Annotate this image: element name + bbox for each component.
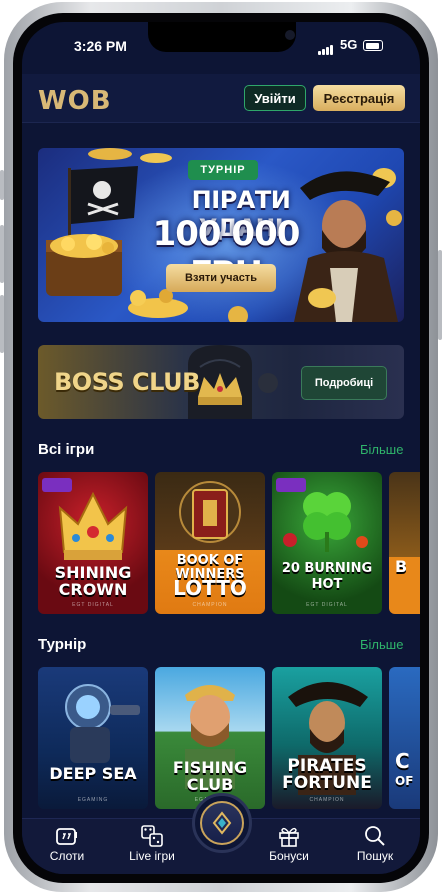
nav-label: Пошук (356, 849, 394, 863)
game-name-line1: C (395, 749, 410, 773)
login-button[interactable]: Увійти (244, 85, 306, 111)
boss-club-title: BOSS CLUB (54, 368, 200, 396)
nav-slots[interactable]: Слоти (32, 825, 102, 863)
power-button (438, 250, 442, 340)
game-provider: CHAMPION (309, 797, 345, 803)
mute-switch (0, 170, 4, 200)
tournament-more-link[interactable]: Більше (360, 637, 403, 652)
nav-live-games[interactable]: Live ігри (117, 825, 187, 863)
nav-label: Live ігри (129, 849, 175, 863)
slots-icon (32, 825, 102, 847)
signal-icon (318, 39, 334, 55)
nav-search[interactable]: Пошук (340, 825, 410, 863)
game-name-line1: FISHING (172, 758, 248, 777)
dynamic-island (148, 22, 296, 52)
game-name-line2: LOTTO (173, 576, 247, 600)
all-games-more-link[interactable]: Більше (360, 442, 403, 457)
section-title-tournament: Турнір (38, 636, 87, 653)
nav-label: Бонуси (269, 849, 309, 863)
register-button[interactable]: Реєстрація (313, 85, 405, 111)
battery-icon (363, 40, 383, 51)
home-button[interactable] (192, 793, 252, 853)
game-name-line2: HOT (311, 577, 343, 592)
logo[interactable]: WOB (38, 86, 112, 116)
game-name-line2: CROWN (58, 580, 128, 599)
game-name-line1: DEEP SEA (49, 764, 137, 783)
tournament-badge: ТУРНІР (188, 160, 258, 180)
screen: 3:26 PM 5G WOB Увійти Реєстрація ТУРНІР … (22, 22, 420, 874)
game-tile[interactable]: PIRATES FORTUNE CHAMPION (272, 667, 382, 809)
volume-down-button (0, 295, 4, 353)
join-button[interactable]: Взяти участь (166, 264, 276, 292)
game-name-line1: SHINING (54, 563, 132, 582)
game-name-line2: FORTUNE (282, 773, 372, 793)
game-name-line2: OF (395, 774, 414, 788)
game-tile[interactable]: 20 BURNING HOT EGT DIGITAL (272, 472, 382, 614)
boss-club-banner[interactable]: BOSS CLUB Подробиці (38, 345, 404, 419)
dice-icon (117, 825, 187, 847)
game-provider: EGT DIGITAL (306, 602, 348, 608)
promo-banner[interactable]: ТУРНІР ПІРАТИ УДАЧІ 100 000 ГРН Взяти уч… (38, 148, 404, 322)
game-name-line1: B (395, 557, 408, 576)
camera-icon (285, 30, 295, 40)
network-type: 5G (340, 37, 358, 52)
search-icon (340, 825, 410, 847)
game-provider: EGAMING (77, 797, 109, 803)
gift-icon (254, 825, 324, 847)
section-title-all-games: Всі ігри (38, 441, 95, 458)
game-tile[interactable]: SHINING CROWN EGT DIGITAL (38, 472, 148, 614)
game-name-line2: CLUB (186, 775, 234, 794)
game-provider: CHAMPION (192, 602, 228, 608)
game-tile[interactable]: BOOK OF WINNERS LOTTO CHAMPION (155, 472, 265, 614)
game-tile[interactable]: C OF (389, 667, 420, 809)
game-name-line1: 20 BURNING (281, 561, 373, 576)
nav-label: Слоти (49, 849, 85, 863)
game-tile[interactable]: DEEP SEA EGAMING (38, 667, 148, 809)
volume-up-button (0, 225, 4, 283)
game-tile[interactable]: B (389, 472, 420, 614)
diver-art (65, 684, 140, 763)
home-logo-icon (200, 801, 244, 845)
nav-bonuses[interactable]: Бонуси (254, 825, 324, 863)
game-provider: EGT DIGITAL (72, 602, 114, 608)
app-header: WOB Увійти Реєстрація (22, 74, 420, 123)
status-time: 3:26 PM (74, 38, 127, 54)
game-tile[interactable]: FISHING CLUB EGAMING (155, 667, 265, 809)
details-button[interactable]: Подробиці (301, 366, 387, 400)
status-bar: 3:26 PM 5G (22, 22, 420, 70)
